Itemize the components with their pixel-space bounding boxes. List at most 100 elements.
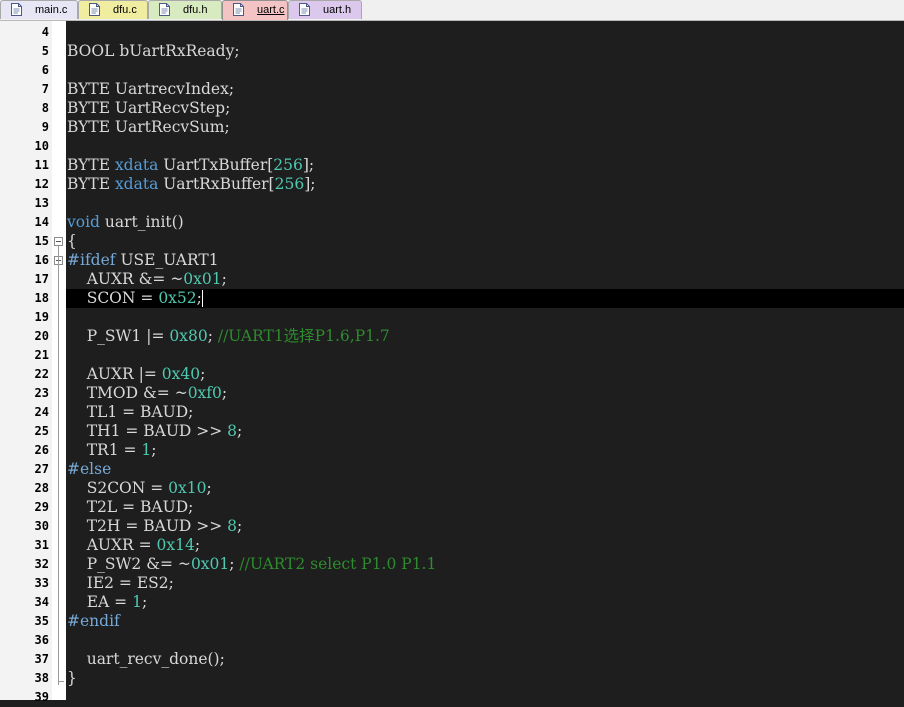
tab-main-c[interactable]: main.c [0,0,78,19]
h-file-icon [159,3,170,16]
line-number: 33 [34,576,49,590]
code-text: AUXR = [67,536,157,554]
tab-dfu-c[interactable]: dfu.c [78,0,148,19]
tab-label: dfu.c [113,4,137,16]
tab-label: uart.c [257,4,285,16]
line-number: 29 [34,500,49,514]
line-number: 14 [34,215,49,229]
line-number: 39 [34,690,49,704]
line-number: 15 [34,234,49,248]
code-line[interactable]: T2H = BAUD >> 8; [67,517,243,536]
code-line[interactable]: P_SW1 |= 0x80; //UART1选择P1.6,P1.7 [67,327,390,346]
code-line[interactable]: void uart_init() [67,213,184,232]
code-line[interactable]: #ifdef USE_UART1 [67,251,219,270]
code-line[interactable]: T2L = BAUD; [67,498,194,517]
line-number: 24 [34,405,49,419]
code-line[interactable]: AUXR |= 0x40; [67,365,206,384]
fold-end-marker [58,681,64,682]
line-number: 35 [34,614,49,628]
line-number: 11 [34,158,49,172]
keyword-token: xdata [114,156,159,174]
code-line[interactable]: BOOL bUartRxReady; [67,42,240,61]
line-number: 21 [34,348,49,362]
number-token: 0x01 [183,270,222,288]
code-text: USE_UART1 [115,251,219,269]
number-token: 0x52 [158,289,197,307]
code-line[interactable]: TL1 = BAUD; [67,403,194,422]
code-line[interactable]: P_SW2 &= ~0x01; //UART2 select P1.0 P1.1 [67,555,437,574]
code-text: ]; [304,175,316,193]
code-line[interactable]: BYTE UartrecvIndex; [67,80,234,99]
tab-label: uart.h [323,4,352,16]
h-file-icon [299,3,310,16]
code-line[interactable]: EA = 1; [67,593,147,612]
code-line[interactable]: } [67,669,77,688]
line-number: 34 [34,595,49,609]
line-number: 8 [41,101,49,115]
code-line[interactable]: BYTE xdata UartTxBuffer[256]; [67,156,314,175]
code-line[interactable]: IE2 = ES2; [67,574,174,593]
code-line[interactable]: uart_recv_done(); [67,650,225,669]
tab-label: dfu.h [183,4,208,16]
preprocessor-token: #ifdef [67,251,116,269]
code-text: ; [237,517,243,535]
code-text: P_SW1 |= [67,327,170,345]
number-token: 1 [132,593,142,611]
code-line[interactable]: S2CON = 0x10; [67,479,212,498]
code-line[interactable]: { [67,232,77,251]
code-text: ; [229,555,240,573]
number-token: 0x80 [169,327,208,345]
code-line[interactable]: TH1 = BAUD >> 8; [67,422,243,441]
c-file-icon [11,3,22,16]
code-text: UartRxBuffer[ [158,175,275,193]
code-line[interactable]: TR1 = 1; [67,441,157,460]
code-text: TMOD &= ~ [67,384,188,402]
number-token: 256 [274,175,305,193]
code-text: P_SW2 &= ~ [67,555,191,573]
line-number: 30 [34,519,49,533]
line-number: 36 [34,633,49,647]
tab-uart-h[interactable]: uart.h [288,0,362,19]
code-text: BYTE UartRecvSum; [67,118,230,136]
code-text: ; [141,593,148,611]
number-token: 1 [141,441,152,459]
line-number: 26 [34,443,49,457]
code-text: uart_recv_done(); [67,650,225,668]
code-text: BOOL bUartRxReady; [67,42,240,60]
code-text: T2H = BAUD >> [67,517,228,535]
number-token: 8 [227,517,238,535]
text-caret [202,290,203,307]
line-number: 38 [34,671,49,685]
number-token: 0x14 [156,536,195,554]
code-line[interactable]: BYTE UartRecvStep; [67,99,230,118]
code-line[interactable]: SCON = 0x52; [67,289,202,308]
fold-range-line [58,246,59,685]
code-text: UartTxBuffer[ [158,156,274,174]
code-line[interactable]: #endif [67,612,120,631]
line-number: 19 [34,310,49,324]
code-text: T2L = BAUD; [67,498,194,516]
code-line[interactable]: BYTE xdata UartRxBuffer[256]; [67,175,315,194]
code-text: ; [237,422,243,440]
preprocessor-token: #else [67,460,112,478]
tab-uart-c[interactable]: uart.c [222,0,288,20]
code-text: EA = [67,593,133,611]
code-line[interactable]: AUXR = 0x14; [67,536,200,555]
tab-bar: main.c dfu.c dfu.h uart.c uart.h [0,0,904,21]
line-number: 22 [34,367,49,381]
code-text: { [67,232,77,250]
code-text: TL1 = BAUD; [67,403,194,421]
code-text: AUXR |= [67,365,162,383]
comment-token: //UART2 select P1.0 P1.1 [239,555,437,573]
fold-margin[interactable] [52,21,66,700]
code-line[interactable]: AUXR &= ~0x01; [67,270,227,289]
code-text: BYTE [67,156,115,174]
line-number: 13 [34,196,49,210]
code-line[interactable]: TMOD &= ~0xf0; [67,384,227,403]
code-line[interactable]: BYTE UartRecvSum; [67,118,230,137]
fold-toggle-function-icon[interactable] [54,237,63,246]
keyword-token: xdata [114,175,159,193]
line-number: 27 [34,462,49,476]
tab-dfu-h[interactable]: dfu.h [148,0,222,19]
code-line[interactable]: #else [67,460,111,479]
